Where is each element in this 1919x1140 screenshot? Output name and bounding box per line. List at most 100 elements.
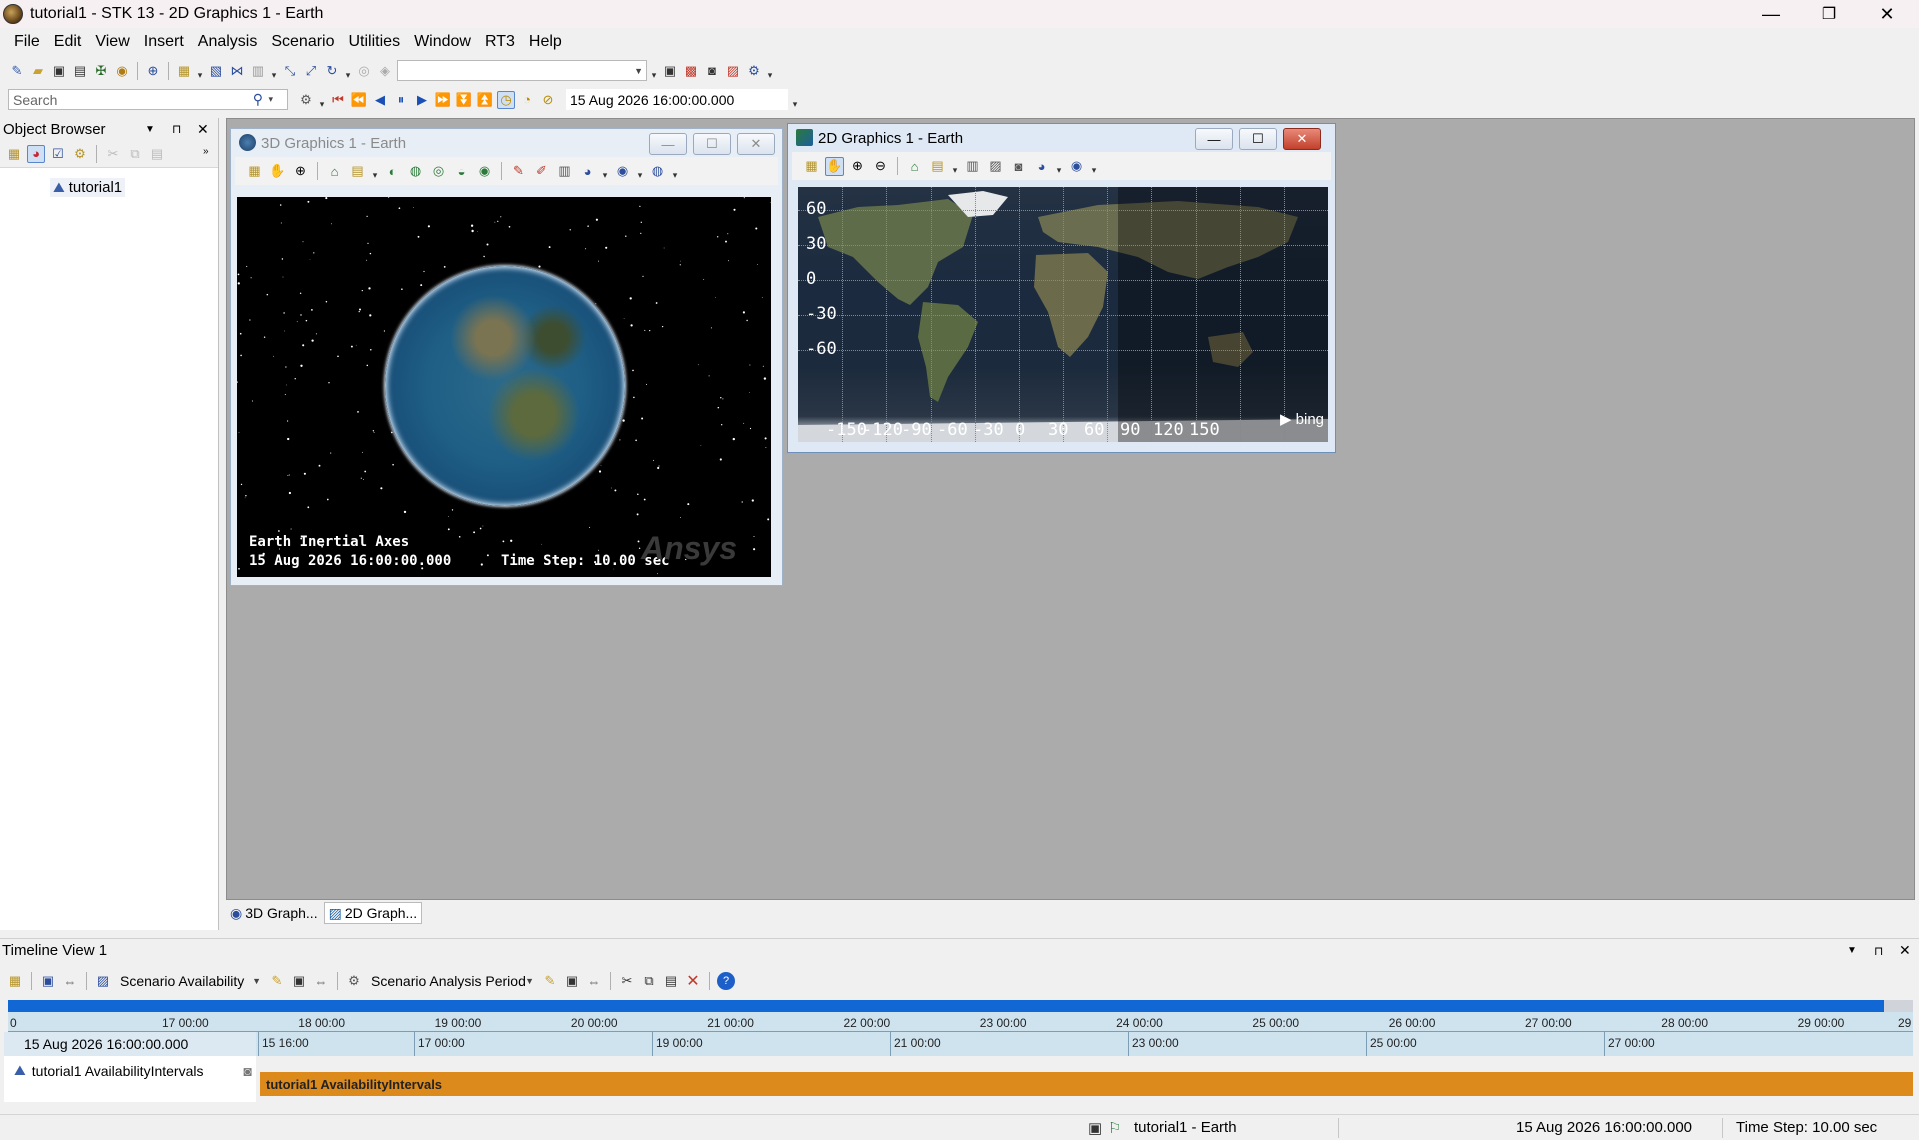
2d-window-titlebar[interactable]: 2D Graphics 1 - Earth — ☐ ✕ xyxy=(788,124,1335,152)
new-scenario-icon[interactable]: ✎ xyxy=(8,62,26,80)
3d-graphics-window[interactable]: 3D Graphics 1 - Earth — ☐ ✕ ▦ ✋ ⊕ ⌂ ▤ ▾ … xyxy=(230,128,783,586)
menu-edit[interactable]: Edit xyxy=(47,33,89,51)
restore-button[interactable]: ❐ xyxy=(1800,0,1858,28)
analysis-period-icon[interactable]: ⚙ xyxy=(345,972,363,990)
3d-close-button[interactable]: ✕ xyxy=(737,133,775,155)
zoom-in-icon[interactable]: ⊕ xyxy=(848,157,867,176)
save-icon[interactable]: ▣ xyxy=(290,972,308,990)
copy-icon[interactable]: ⧉ xyxy=(640,972,658,990)
x-realtime-icon[interactable]: ◔ xyxy=(518,91,536,109)
zoom-in-icon[interactable]: ⊕ xyxy=(291,162,310,181)
cut-icon[interactable]: ✂ xyxy=(104,145,122,163)
step-forward-icon[interactable]: ⏩ xyxy=(434,91,452,109)
chain-icon[interactable]: ▥ xyxy=(249,62,267,80)
toolbar-grip[interactable]: ▾ xyxy=(636,161,644,181)
2d-graphics-window[interactable]: 2D Graphics 1 - Earth — ☐ ✕ ▦ ✋ ⊕ ⊖ ⌂ ▤ … xyxy=(787,123,1336,453)
properties-icon[interactable]: ▦ xyxy=(6,972,24,990)
toolbar-grip[interactable]: ▾ xyxy=(344,61,352,81)
tab-2d-graphics[interactable]: ▨ 2D Graph... xyxy=(323,902,423,924)
save-icon[interactable]: ▣ xyxy=(50,62,68,80)
menu-file[interactable]: File xyxy=(0,33,47,51)
availability-icon[interactable]: ▨ xyxy=(94,972,112,990)
home-view-icon[interactable]: ⌂ xyxy=(905,157,924,176)
toolbar-grip[interactable]: ▾ xyxy=(196,61,204,81)
deck-icon[interactable]: ◈ xyxy=(376,62,394,80)
animation-mode-icon[interactable]: ⊘ xyxy=(539,91,557,109)
delete-icon[interactable]: ✕ xyxy=(684,972,702,990)
view-icon[interactable]: ▤ xyxy=(928,157,947,176)
cut-icon[interactable]: ✂ xyxy=(618,972,636,990)
pin-icon[interactable]: ⊓ xyxy=(172,122,181,136)
earth-view-icon[interactable]: ◒ xyxy=(452,162,471,181)
fixed-frame-icon[interactable]: ◍ xyxy=(406,162,425,181)
gear-icon[interactable]: ⚙ xyxy=(297,91,315,109)
report-graph-icon[interactable]: ▧ xyxy=(207,62,225,80)
3d-window-titlebar[interactable]: 3D Graphics 1 - Earth — ☐ ✕ xyxy=(231,129,782,157)
access-icon[interactable]: ⋈ xyxy=(228,62,246,80)
3d-maximize-button[interactable]: ☐ xyxy=(693,133,731,155)
paste-icon[interactable]: ▤ xyxy=(662,972,680,990)
globe-manager-icon[interactable]: ◉ xyxy=(475,162,494,181)
menu-rt3[interactable]: RT3 xyxy=(478,33,522,51)
web-icon[interactable]: ⊕ xyxy=(144,62,162,80)
expand-icon[interactable]: ⇔ xyxy=(61,972,79,990)
insert-place-icon[interactable]: ◉ xyxy=(113,62,131,80)
checkbox-icon[interactable]: ☑ xyxy=(49,145,67,163)
3d-minimize-button[interactable]: — xyxy=(649,133,687,155)
object-selector-combo[interactable]: ▼ xyxy=(397,60,647,81)
timeline-scroll-thumb[interactable] xyxy=(8,1000,1885,1012)
copy-icon[interactable]: ⧉ xyxy=(126,145,144,163)
save-all-icon[interactable]: ▤ xyxy=(71,62,89,80)
globe-settings-icon[interactable]: ◕ xyxy=(578,162,597,181)
menu-scenario[interactable]: Scenario xyxy=(264,33,341,51)
timeline-row-label[interactable]: ⛰ tutorial1 AvailabilityIntervals ◙ xyxy=(4,1056,256,1079)
timeline-detail-axis[interactable]: 15 16:00 17 00:00 19 00:00 21 00:00 23 00:00… xyxy=(256,1032,1913,1056)
availability-combo[interactable]: Scenario Availability ▼ xyxy=(116,971,264,992)
chevron-down-icon[interactable]: ▼ xyxy=(145,124,155,135)
zoom-out-icon[interactable]: ⊖ xyxy=(871,157,890,176)
map-settings-icon[interactable]: ◕ xyxy=(1032,157,1051,176)
disconnect-icon[interactable]: ⤢ xyxy=(302,62,320,80)
2d-minimize-button[interactable]: — xyxy=(1195,128,1233,150)
open-icon[interactable]: ▰ xyxy=(29,62,47,80)
increase-step-icon[interactable]: ⏫ xyxy=(476,91,494,109)
3d-viewport[interactable]: Earth Inertial Axes 15 Aug 2026 16:00:00… xyxy=(237,197,771,577)
paste-icon[interactable]: ▤ xyxy=(148,145,166,163)
close-icon[interactable]: ✕ xyxy=(197,121,209,138)
3d-window-icon[interactable]: ▣ xyxy=(661,62,679,80)
record-icon[interactable]: ▥ xyxy=(963,157,982,176)
tab-3d-graphics[interactable]: ◉ 3D Graph... xyxy=(226,902,322,924)
menu-analysis[interactable]: Analysis xyxy=(191,33,265,51)
play-icon[interactable]: ▶ xyxy=(413,91,431,109)
connect-icon[interactable]: ⤡ xyxy=(281,62,299,80)
measure-icon[interactable]: ✎ xyxy=(509,162,528,181)
toolbar-grip[interactable]: ▾ xyxy=(1090,156,1098,176)
timeline-scrollbar[interactable] xyxy=(8,1000,1913,1012)
projection-icon[interactable]: ◉ xyxy=(1067,157,1086,176)
help-icon[interactable]: ? xyxy=(717,972,735,990)
orbit-icon[interactable]: ◐ xyxy=(383,162,402,181)
report-icon[interactable]: ▦ xyxy=(175,62,193,80)
properties-icon[interactable]: ⚙ xyxy=(71,145,89,163)
menu-window[interactable]: Window xyxy=(407,33,478,51)
expand-icon[interactable]: ⇔ xyxy=(312,972,330,990)
edit-icon[interactable]: ✎ xyxy=(268,972,286,990)
pause-icon[interactable]: ⏸ xyxy=(392,91,410,109)
toolbar-grip[interactable]: ▾ xyxy=(1055,156,1063,176)
color-icon[interactable]: ◕ xyxy=(27,144,45,163)
pin-icon[interactable]: ⊓ xyxy=(1874,944,1883,958)
edit-icon[interactable]: ✎ xyxy=(541,972,559,990)
step-back-icon[interactable]: ⏪ xyxy=(350,91,368,109)
new-icon[interactable]: ▦ xyxy=(5,145,23,163)
menu-utilities[interactable]: Utilities xyxy=(342,33,408,51)
toolbar-grip[interactable]: ▾ xyxy=(650,61,658,81)
timeline-settings-icon[interactable]: ▣ xyxy=(39,972,57,990)
more-icon[interactable]: » xyxy=(203,146,209,157)
refresh-icon[interactable]: ↻ xyxy=(323,62,341,80)
toolbar-grip[interactable]: ▾ xyxy=(371,161,379,181)
report-manager-icon[interactable]: ▨ xyxy=(724,62,742,80)
expand-icon[interactable]: ⇔ xyxy=(585,972,603,990)
minimize-button[interactable]: — xyxy=(1742,0,1800,28)
object-catalog-icon[interactable]: ✠ xyxy=(92,62,110,80)
properties-icon[interactable]: ⚙ xyxy=(745,62,763,80)
